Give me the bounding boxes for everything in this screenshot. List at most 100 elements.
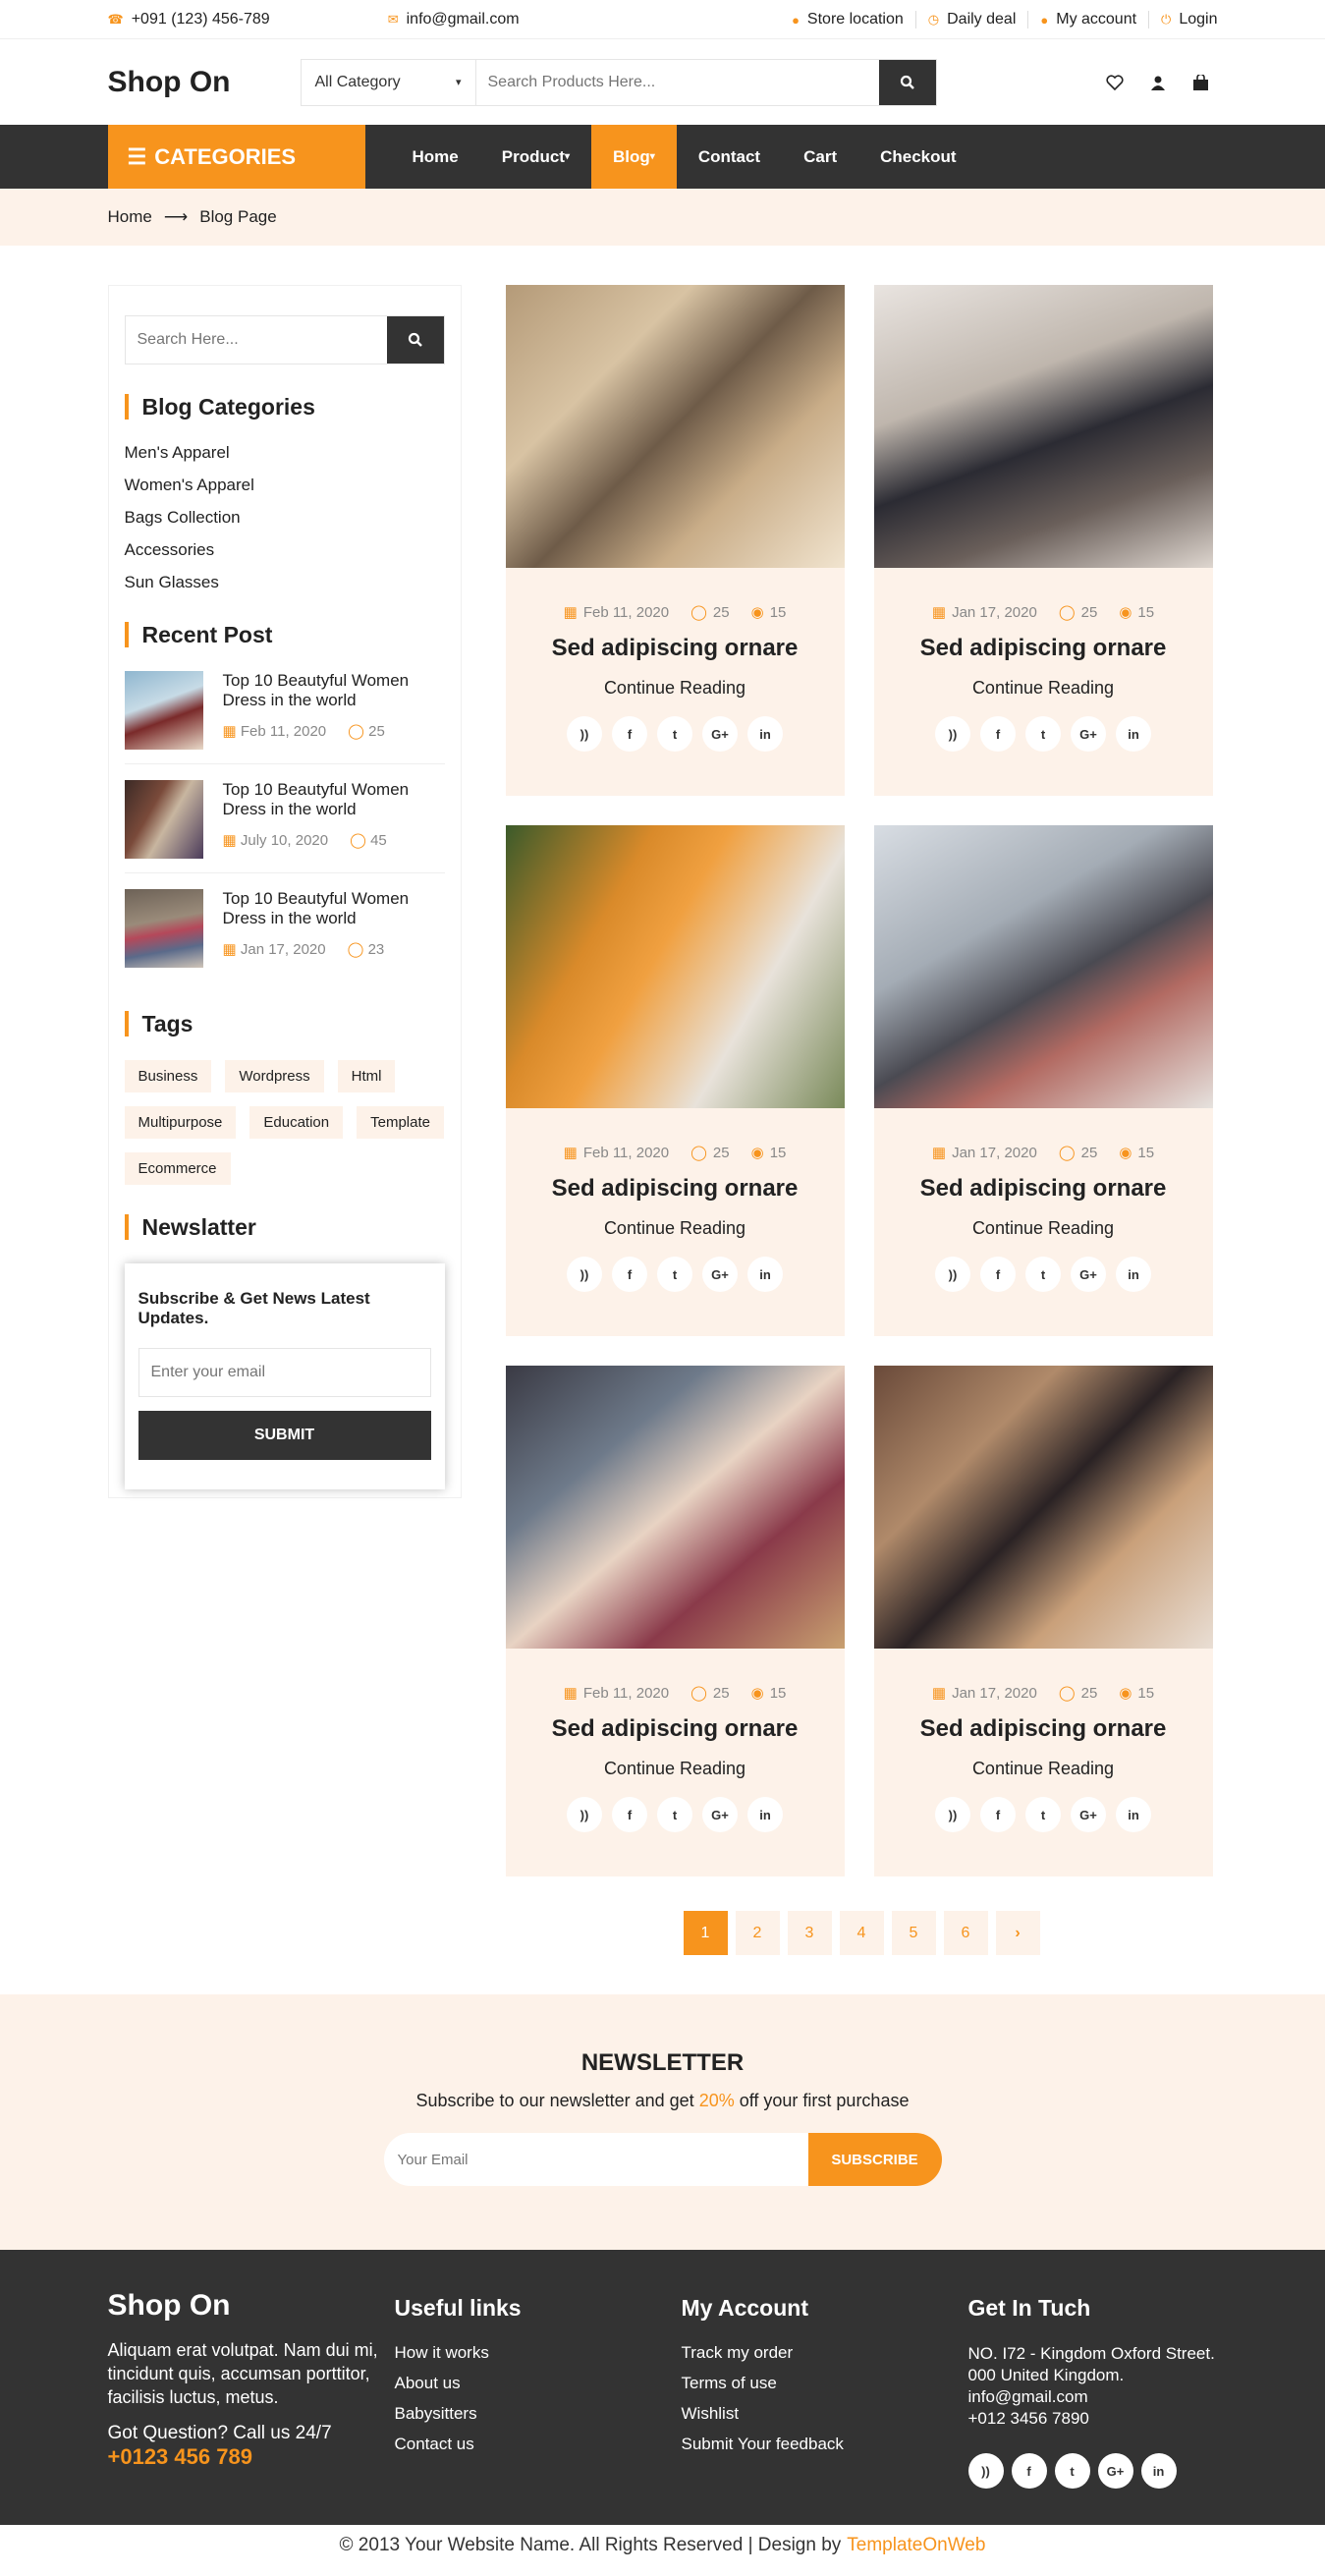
post-title[interactable]: Sed adipiscing ornare [874,635,1213,662]
blog-post-image[interactable] [505,285,845,568]
nav-checkout[interactable]: Checkout [858,125,977,189]
newsletter-section-email-input[interactable] [383,2133,808,2186]
category-link[interactable]: Men's Apparel [125,443,445,463]
continue-reading-link[interactable]: Continue Reading [506,1218,845,1239]
post-title[interactable]: Sed adipiscing ornare [874,1715,1213,1743]
heart-icon[interactable] [1105,74,1124,91]
recent-post-title[interactable]: Top 10 Beautyful Women Dress in the worl… [223,780,445,819]
recent-post[interactable]: Top 10 Beautyful Women Dress in the worl… [124,671,445,764]
sidebar-search-button[interactable] [386,316,444,364]
linkedin-icon[interactable]: in [747,1797,783,1832]
tag[interactable]: Html [337,1060,396,1092]
shopping-bag-icon[interactable] [1192,74,1210,91]
rss-icon[interactable]: )) [935,1257,970,1292]
tag[interactable]: Template [357,1106,444,1139]
twitter-icon[interactable]: t [657,1797,692,1832]
rss-icon[interactable]: )) [935,1797,970,1832]
page-link[interactable]: 5 [891,1911,936,1955]
linkedin-icon[interactable]: in [1140,2453,1177,2489]
linkedin-icon[interactable]: in [1116,1797,1151,1832]
footer-logo[interactable]: Shop On [108,2289,395,2323]
recent-post-image[interactable] [124,671,203,750]
page-link[interactable]: 3 [787,1911,832,1955]
sidebar-search-input[interactable] [125,316,387,364]
facebook-icon[interactable]: f [980,716,1016,752]
google-plus-icon[interactable]: G+ [702,716,738,752]
footer-link[interactable]: How it works [395,2343,682,2363]
category-link[interactable]: Bags Collection [125,508,445,528]
nav-cart[interactable]: Cart [782,125,858,189]
continue-reading-link[interactable]: Continue Reading [874,1218,1213,1239]
post-title[interactable]: Sed adipiscing ornare [506,1175,845,1203]
google-plus-icon[interactable]: G+ [702,1257,738,1292]
blog-post-image[interactable] [873,1366,1213,1649]
my-account-link[interactable]: ● My account [1027,11,1148,28]
footer-link[interactable]: Contact us [395,2435,682,2454]
twitter-icon[interactable]: t [657,716,692,752]
continue-reading-link[interactable]: Continue Reading [874,1759,1213,1779]
twitter-icon[interactable]: t [1054,2453,1090,2489]
linkedin-icon[interactable]: in [1116,1257,1151,1292]
phone-info[interactable]: ☎ +091 (123) 456-789 [108,11,270,28]
footer-link[interactable]: Babysitters [395,2404,682,2424]
category-select[interactable]: All Category ▾ [302,59,476,105]
newsletter-email-input[interactable] [138,1348,431,1397]
post-title[interactable]: Sed adipiscing ornare [506,635,845,662]
continue-reading-link[interactable]: Continue Reading [874,678,1213,699]
nav-product[interactable]: Product ▾ [480,125,591,189]
blog-post-image[interactable] [505,1366,845,1649]
footer-link[interactable]: Track my order [682,2343,968,2363]
breadcrumb-home[interactable]: Home [108,207,152,227]
footer-email[interactable]: info@gmail.com [968,2386,1218,2408]
blog-post-image[interactable] [873,285,1213,568]
blog-post-image[interactable] [873,825,1213,1108]
twitter-icon[interactable]: t [657,1257,692,1292]
page-link[interactable]: 4 [839,1911,884,1955]
footer-link[interactable]: Terms of use [682,2374,968,2393]
facebook-icon[interactable]: f [612,716,647,752]
rss-icon[interactable]: )) [567,1797,602,1832]
google-plus-icon[interactable]: G+ [1071,1797,1106,1832]
recent-post[interactable]: Top 10 Beautyful Women Dress in the worl… [124,889,445,981]
post-title[interactable]: Sed adipiscing ornare [874,1175,1213,1203]
continue-reading-link[interactable]: Continue Reading [506,1759,845,1779]
blog-post-image[interactable] [505,825,845,1108]
subscribe-button[interactable]: SUBSCRIBE [807,2133,942,2186]
google-plus-icon[interactable]: G+ [1097,2453,1133,2489]
linkedin-icon[interactable]: in [747,716,783,752]
newsletter-submit-button[interactable]: SUBMIT [138,1411,431,1460]
designer-link[interactable]: TemplateOnWeb [847,2535,985,2556]
tag[interactable]: Wordpress [225,1060,324,1092]
rss-icon[interactable]: )) [935,716,970,752]
category-link[interactable]: Accessories [125,540,445,560]
category-link[interactable]: Women's Apparel [125,476,445,495]
search-button[interactable] [878,59,936,105]
rss-icon[interactable]: )) [567,1257,602,1292]
recent-post-image[interactable] [124,889,203,968]
recent-post-title[interactable]: Top 10 Beautyful Women Dress in the worl… [223,889,445,928]
linkedin-icon[interactable]: in [1116,716,1151,752]
recent-post-title[interactable]: Top 10 Beautyful Women Dress in the worl… [223,671,445,710]
next-page-button[interactable]: › [995,1911,1040,1955]
categories-button[interactable]: ☰ CATEGORIES [107,125,365,189]
continue-reading-link[interactable]: Continue Reading [506,678,845,699]
facebook-icon[interactable]: f [980,1257,1016,1292]
daily-deal-link[interactable]: ◷ Daily deal [914,11,1028,28]
facebook-icon[interactable]: f [612,1797,647,1832]
google-plus-icon[interactable]: G+ [702,1797,738,1832]
tag[interactable]: Ecommerce [124,1152,231,1185]
google-plus-icon[interactable]: G+ [1071,716,1106,752]
footer-phone-number[interactable]: +012 3456 7890 [968,2408,1218,2430]
post-title[interactable]: Sed adipiscing ornare [506,1715,845,1743]
user-icon[interactable] [1149,74,1167,91]
nav-home[interactable]: Home [391,125,480,189]
page-link[interactable]: 1 [683,1911,728,1955]
twitter-icon[interactable]: t [1025,1257,1061,1292]
facebook-icon[interactable]: f [612,1257,647,1292]
logo[interactable]: Shop On [108,66,301,99]
recent-post-image[interactable] [124,780,203,859]
search-input[interactable] [475,59,879,105]
facebook-icon[interactable]: f [1011,2453,1047,2489]
nav-contact[interactable]: Contact [677,125,782,189]
category-link[interactable]: Sun Glasses [125,573,445,592]
